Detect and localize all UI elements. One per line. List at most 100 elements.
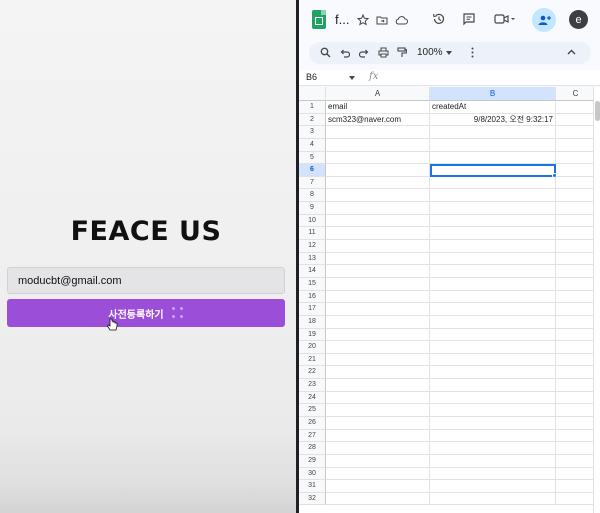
row-header[interactable]: 32 [299,492,326,506]
share-button[interactable] [532,8,556,32]
cell[interactable]: createdAt [430,101,556,114]
meet-video-icon[interactable] [494,13,516,25]
sheets-logo-icon[interactable] [312,10,326,29]
cell[interactable] [556,391,596,405]
row-header[interactable]: 2 [299,113,326,127]
cell[interactable] [326,417,430,430]
row-header[interactable]: 25 [299,404,326,417]
cell[interactable] [326,252,430,266]
row-header[interactable]: 4 [299,138,326,152]
cell[interactable] [430,391,556,405]
cell[interactable] [430,417,556,430]
cell[interactable] [326,454,430,468]
cell[interactable] [326,202,430,215]
row-header[interactable]: 18 [299,315,326,329]
row-header[interactable]: 12 [299,240,326,253]
cell[interactable] [326,341,430,354]
cell[interactable] [326,277,430,291]
row-header[interactable]: 8 [299,189,326,203]
cell[interactable] [556,113,596,127]
row-header[interactable]: 15 [299,277,326,291]
cell[interactable]: email [326,101,430,114]
cell[interactable] [556,417,596,430]
cell[interactable] [326,151,430,165]
name-box[interactable]: B6 [306,72,317,82]
cell[interactable] [556,353,596,367]
more-options-icon[interactable] [471,47,474,58]
collapse-menu-icon[interactable] [567,49,576,55]
cell[interactable] [326,240,430,253]
cell[interactable] [430,328,556,342]
row-header[interactable]: 20 [299,341,326,354]
cell[interactable] [430,252,556,266]
cell[interactable] [556,214,596,228]
cell[interactable] [430,492,556,506]
email-input[interactable] [7,267,285,294]
cell[interactable] [556,240,596,253]
cell[interactable] [556,227,596,241]
select-all-corner[interactable] [299,87,326,101]
row-header[interactable]: 28 [299,442,326,455]
vertical-scrollbar[interactable] [593,87,600,513]
cell[interactable]: scm323@naver.com [326,113,430,127]
cell[interactable] [430,315,556,329]
column-header-a[interactable]: A [326,87,430,101]
row-header[interactable]: 29 [299,454,326,468]
cell[interactable] [556,404,596,417]
cell[interactable] [326,290,430,304]
cell[interactable] [430,277,556,291]
cell[interactable] [430,126,556,139]
cell[interactable] [556,303,596,316]
undo-icon[interactable] [340,48,350,58]
redo-icon[interactable] [359,48,369,58]
avatar[interactable]: e [569,10,588,29]
cell[interactable] [326,404,430,417]
cell[interactable] [326,126,430,139]
cell[interactable] [430,454,556,468]
row-header[interactable]: 7 [299,176,326,190]
row-header[interactable]: 3 [299,126,326,139]
cell[interactable] [556,138,596,152]
cell[interactable] [430,214,556,228]
cell[interactable] [430,151,556,165]
row-header[interactable]: 26 [299,417,326,430]
cell[interactable] [430,366,556,380]
comments-icon[interactable] [462,12,476,26]
name-box-dropdown-icon[interactable] [349,76,355,80]
cell[interactable] [326,492,430,506]
cell[interactable] [556,290,596,304]
row-header[interactable]: 10 [299,214,326,228]
cell[interactable] [326,138,430,152]
cell[interactable] [430,290,556,304]
row-header[interactable]: 1 [299,101,326,114]
row-header[interactable]: 31 [299,480,326,493]
cell[interactable] [430,176,556,190]
cell[interactable] [326,164,430,177]
cell[interactable] [430,379,556,392]
cell[interactable] [430,138,556,152]
cell[interactable] [326,227,430,241]
cell[interactable] [326,214,430,228]
cell[interactable] [556,252,596,266]
cell[interactable] [556,315,596,329]
cell[interactable] [326,189,430,203]
cell[interactable] [430,467,556,481]
cell[interactable] [430,429,556,443]
selected-cell[interactable] [430,164,557,178]
cell[interactable] [556,189,596,203]
row-header[interactable]: 30 [299,467,326,481]
cell[interactable] [326,366,430,380]
row-header[interactable]: 27 [299,429,326,443]
cell[interactable] [326,391,430,405]
document-title[interactable]: f... [335,12,349,27]
cell[interactable] [430,341,556,354]
scrollbar-thumb[interactable] [595,101,600,121]
paint-format-icon[interactable] [397,47,407,58]
cell[interactable] [430,480,556,493]
row-header[interactable]: 13 [299,252,326,266]
cell[interactable] [326,176,430,190]
cell[interactable] [556,164,596,177]
column-header-c[interactable]: C [556,87,596,101]
cell[interactable] [430,303,556,316]
cell[interactable] [556,277,596,291]
